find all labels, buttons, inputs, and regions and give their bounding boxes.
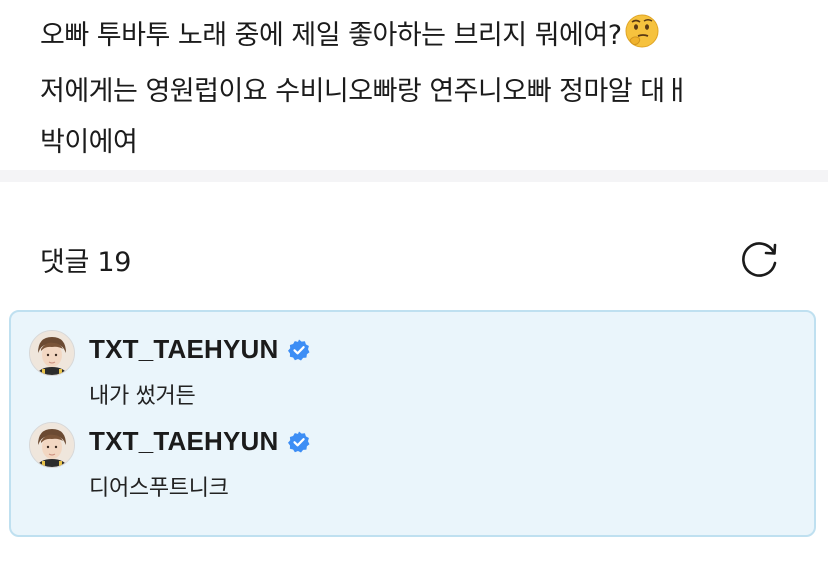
refresh-icon xyxy=(742,242,777,277)
verified-badge-icon xyxy=(287,431,310,452)
section-divider xyxy=(0,170,828,182)
reply-text: 내가 썼거든 xyxy=(89,384,196,409)
comments-count-title: 댓글 19 xyxy=(40,247,132,278)
author-row: TXT_TAEHYUN xyxy=(89,426,311,457)
post-text: 오빠 투바투 노래 중에 제일 좋아하는 브리지 뭐에여? 저에게는 영원럽이요… xyxy=(40,10,800,168)
author-name[interactable]: TXT_TAEHYUN xyxy=(89,334,279,365)
post-body: 오빠 투바투 노래 중에 제일 좋아하는 브리지 뭐에여? 저에게는 영원럽이요… xyxy=(0,0,828,170)
pinned-replies-box: TXT_TAEHYUN 내가 썼거든 TXT_TAEHYUN 디어스푸트니크 xyxy=(9,310,816,537)
post-line-3: 박이에여 xyxy=(40,127,138,158)
post-line-1: 오빠 투바투 노래 중에 제일 좋아하는 브리지 뭐에여? xyxy=(40,20,622,51)
refresh-button[interactable] xyxy=(736,236,782,282)
comments-header: 댓글 19 xyxy=(0,182,828,308)
post-line-2: 저에게는 영원럽이요 수비니오빠랑 연주니오빠 정마알 대ㅐ xyxy=(40,76,689,107)
avatar[interactable] xyxy=(29,330,75,376)
thinking-face-emoji xyxy=(624,13,660,66)
author-name[interactable]: TXT_TAEHYUN xyxy=(89,426,279,457)
author-row: TXT_TAEHYUN xyxy=(89,334,311,365)
post-text-line: 오빠 투바투 노래 중에 제일 좋아하는 브리지 뭐에여? xyxy=(40,10,800,66)
avatar[interactable] xyxy=(29,422,75,468)
verified-badge-icon xyxy=(287,339,310,360)
reply-text: 디어스푸트니크 xyxy=(89,476,229,501)
